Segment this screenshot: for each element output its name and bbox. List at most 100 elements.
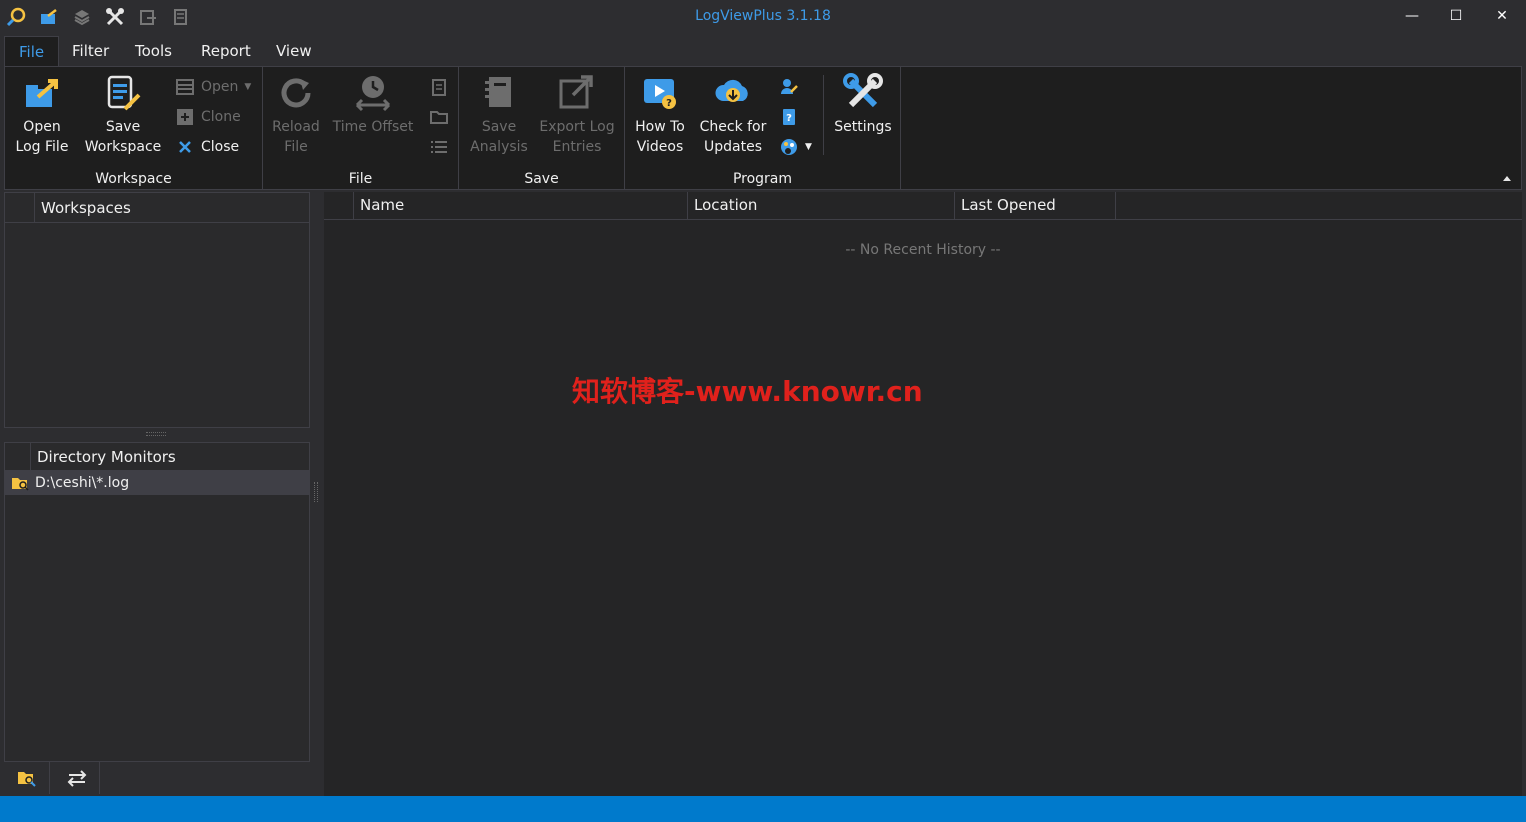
swap-arrows-icon	[67, 770, 86, 787]
dropdown-arrow-icon: ▼	[244, 82, 252, 92]
save-workspace-button[interactable]: Save Workspace	[83, 73, 163, 157]
ribbon: Open Log File Save Workspace Open ▼ Clon…	[4, 66, 1522, 190]
folder-search-icon	[17, 772, 36, 787]
minimize-button[interactable]: —	[1390, 0, 1434, 32]
reload-icon	[281, 78, 311, 108]
window-title: LogViewPlus 3.1.18	[695, 8, 831, 24]
register-button[interactable]	[779, 75, 799, 99]
help-manual-button[interactable]: ?	[779, 105, 799, 129]
folder-icon	[430, 111, 448, 124]
user-edit-icon	[781, 79, 798, 94]
header-spacer	[5, 193, 35, 222]
directory-monitors-header: Directory Monitors	[5, 443, 309, 471]
group-label-program: Program	[732, 171, 793, 187]
add-directory-monitor-button[interactable]	[4, 762, 50, 794]
save-analysis-button[interactable]: Save Analysis	[469, 73, 529, 157]
directory-monitor-toolbar	[4, 762, 310, 794]
watermark-text: 知软博客-www.knowr.cn	[572, 375, 923, 408]
panel-splitter-grip[interactable]	[146, 432, 166, 436]
collapse-ribbon-icon[interactable]	[1503, 176, 1511, 181]
how-to-videos-button[interactable]: ? How To Videos	[631, 73, 689, 157]
maximize-button[interactable]: ☐	[1434, 0, 1478, 32]
empty-history-message: -- No Recent History --	[845, 242, 1001, 258]
column-last-opened[interactable]: Last Opened	[955, 192, 1116, 220]
export-log-icon	[559, 75, 593, 109]
time-offset-label: Time Offset	[332, 119, 414, 135]
clipboard-icon	[432, 79, 446, 96]
export-log-entries-button[interactable]: Export Log Entries	[537, 73, 617, 157]
open-log-file-button[interactable]: Open Log File	[11, 73, 73, 157]
svg-text:?: ?	[786, 113, 792, 124]
tab-view[interactable]: View	[262, 36, 326, 66]
group-label-file: File	[348, 171, 373, 187]
palette-icon	[781, 139, 797, 155]
video-icon: ?	[644, 79, 676, 109]
check-for-updates-label: Check for Updates	[699, 119, 767, 155]
clone-icon	[177, 109, 193, 125]
how-to-videos-label: How To Videos	[635, 119, 685, 155]
ribbon-group-file: Reload File Time Offset File	[263, 67, 459, 189]
tab-file[interactable]: File	[4, 36, 60, 66]
clock-icon	[355, 76, 391, 112]
group-label-save: Save	[524, 171, 559, 187]
check-for-updates-button[interactable]: Check for Updates	[697, 73, 769, 157]
export-log-entries-label: Export Log Entries	[539, 119, 615, 155]
sync-button[interactable]	[54, 762, 100, 794]
list-view-icon	[431, 141, 447, 153]
ribbon-group-save: Save Analysis Export Log Entries Save	[459, 67, 625, 189]
tab-filter[interactable]: Filter	[58, 36, 123, 66]
reload-file-button[interactable]: Reload File	[271, 73, 321, 157]
close-workspace-label: Close	[201, 139, 240, 155]
workspaces-panel: Workspaces	[4, 192, 310, 428]
ribbon-group-program: ? How To Videos Check for Updates ? ▼ Se…	[625, 67, 901, 189]
save-workspace-label: Save Workspace	[84, 119, 162, 155]
clone-button[interactable]: Clone	[175, 105, 241, 129]
column-name[interactable]: Name	[354, 192, 688, 220]
open-workspace-label: Open	[201, 79, 239, 95]
settings-tools-icon	[843, 73, 883, 108]
tab-report[interactable]: Report	[187, 36, 265, 66]
folder-button[interactable]	[429, 105, 449, 129]
directory-monitor-path: D:\ceshi\*.log	[35, 475, 130, 491]
directory-monitors-panel: Directory Monitors D:\ceshi\*.log	[4, 442, 310, 762]
close-icon	[179, 141, 191, 153]
recent-history-area: Name Location Last Opened -- No Recent H…	[324, 192, 1522, 796]
settings-button[interactable]: Settings	[831, 73, 895, 137]
open-log-file-label: Open Log File	[15, 119, 69, 155]
separator	[823, 75, 824, 155]
column-location[interactable]: Location	[688, 192, 955, 220]
list-item[interactable]: D:\ceshi\*.log	[5, 471, 309, 495]
directory-monitors-header-label: Directory Monitors	[37, 447, 176, 466]
header-spacer	[324, 192, 354, 220]
svg-text:?: ?	[666, 98, 672, 109]
vertical-splitter-grip[interactable]	[314, 482, 318, 502]
theme-dropdown-button[interactable]: ▼	[779, 135, 812, 159]
ribbon-group-workspace: Open Log File Save Workspace Open ▼ Clon…	[5, 67, 263, 189]
header-spacer	[5, 443, 31, 470]
dropdown-arrow-icon: ▼	[805, 142, 812, 152]
open-workspace-button[interactable]: Open ▼	[175, 75, 251, 99]
workspaces-header: Workspaces	[5, 193, 309, 223]
cloud-download-icon	[715, 79, 748, 102]
save-analysis-label: Save Analysis	[470, 119, 528, 155]
workspaces-header-label: Workspaces	[41, 198, 131, 217]
group-label-workspace: Workspace	[95, 171, 172, 187]
title-bar: LogViewPlus 3.1.18 — ☐ ✕	[0, 0, 1526, 34]
help-book-icon: ?	[783, 109, 795, 125]
tab-tools[interactable]: Tools	[121, 36, 186, 66]
reload-file-label: Reload File	[272, 119, 320, 155]
close-window-button[interactable]: ✕	[1480, 0, 1524, 32]
clipboard-button[interactable]	[429, 75, 449, 99]
close-workspace-button[interactable]: Close	[175, 135, 239, 159]
list-icon	[176, 79, 194, 95]
time-offset-button[interactable]: Time Offset	[331, 73, 415, 137]
settings-label: Settings	[834, 119, 892, 135]
notebook-icon	[485, 77, 511, 107]
clone-label: Clone	[201, 109, 241, 125]
folder-search-icon	[5, 475, 35, 491]
save-workspace-icon	[107, 75, 141, 111]
status-bar	[0, 796, 1526, 822]
ribbon-tabs: File Filter Tools Report View	[0, 34, 1526, 66]
list-view-button[interactable]	[429, 135, 449, 159]
table-header: Name Location Last Opened	[324, 192, 1522, 220]
